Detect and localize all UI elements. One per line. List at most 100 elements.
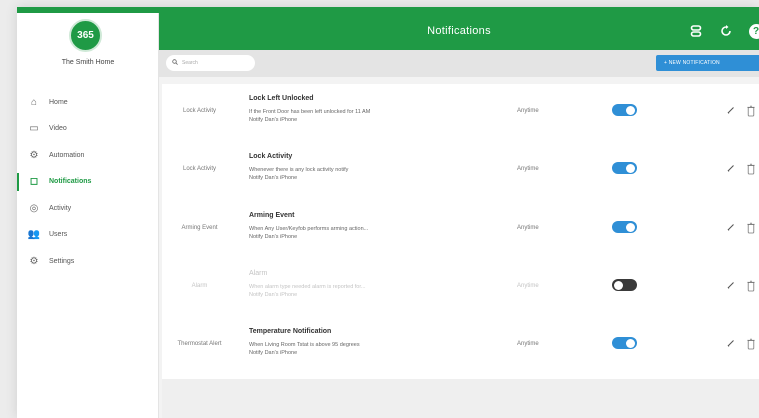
brand-logo[interactable]: 365 [69, 19, 102, 52]
trash-icon[interactable] [747, 162, 755, 175]
edit-icon[interactable] [725, 161, 737, 175]
app-window: 365 The Smith Home ⌂ Home ▭ Video ⚙ Automatio… [17, 7, 759, 418]
trash-icon[interactable] [747, 337, 755, 350]
notification-category: Arming Event [162, 201, 237, 254]
trash-icon[interactable] [747, 221, 755, 234]
notifications-icon: ◻ [29, 176, 39, 188]
notification-description: If the Front Door has been left unlocked… [249, 108, 370, 124]
notification-description: Whenever there is any lock activity noti… [249, 166, 348, 182]
edit-icon[interactable] [725, 220, 737, 234]
notification-schedule: Anytime [517, 340, 539, 347]
camera-switch-icon[interactable] [687, 22, 705, 40]
notification-description: When Living Room Tstat is above 95 degre… [249, 341, 360, 357]
notification-title: Arming Event [249, 212, 295, 219]
notification-recipient: Notify Dan's iPhone [249, 292, 298, 298]
sidebar-nav: ⌂ Home ▭ Video ⚙ Automation ◻ Notifications ◎ Act… [17, 89, 159, 275]
help-icon[interactable]: ? [747, 22, 759, 40]
notification-category: Alarm [162, 259, 237, 312]
notification-condition: When alarm type needed alarm is reported… [249, 284, 366, 290]
notification-category: Thermostat Alert [162, 317, 237, 370]
category-label: Lock Activity [182, 107, 216, 114]
sidebar-item-label: Notifications [49, 178, 92, 186]
notification-info: Lock Activity Whenever there is any lock … [249, 142, 499, 195]
notification-toggle[interactable] [612, 221, 637, 233]
toggle-knob [614, 280, 623, 290]
notification-schedule: Anytime [517, 282, 539, 289]
toggle-knob [626, 222, 635, 232]
notification-toggle[interactable] [612, 104, 637, 116]
sidebar-item-label: Activity [49, 204, 72, 212]
settings-icon: ⚙ [29, 255, 39, 267]
edit-icon[interactable] [725, 336, 737, 350]
table-footer [162, 379, 759, 418]
trash-icon[interactable] [747, 279, 755, 292]
category-label: Lock Activity [182, 165, 216, 172]
notification-schedule: Anytime [517, 107, 539, 114]
table-row[interactable]: Thermostat Alert Temperature Notification… [162, 317, 759, 370]
notification-info: Alarm When alarm type needed alarm is rep… [249, 259, 499, 312]
sidebar-item-notifications[interactable]: ◻ Notifications [17, 169, 159, 196]
toggle-knob [626, 163, 635, 173]
sidebar-item-settings[interactable]: ⚙ Settings [17, 248, 159, 275]
notification-info: Temperature Notification When Living Room… [249, 317, 499, 370]
notification-description: When alarm type needed alarm is reported… [249, 283, 365, 299]
logo-text: 365 [77, 30, 94, 41]
toggle-knob [626, 338, 635, 348]
sidebar: 365 The Smith Home ⌂ Home ▭ Video ⚙ Automatio… [17, 13, 159, 418]
header-actions: ? [687, 22, 759, 40]
automation-icon: ⚙ [29, 149, 39, 161]
search-input[interactable]: Search [166, 55, 255, 71]
search-icon [172, 59, 178, 67]
table-row[interactable]: Lock Activity Lock Activity Whenever there… [162, 142, 759, 195]
sidebar-item-video[interactable]: ▭ Video [17, 116, 159, 143]
category-label: Arming Event [181, 224, 218, 231]
notification-condition: If the Front Door has been left unlocked… [249, 109, 371, 115]
notification-info: Arming Event When Any User/Keyfob perform… [249, 201, 499, 254]
help-glyph: ? [748, 23, 759, 39]
home-name: The Smith Home [61, 59, 115, 66]
page-title: Notifications [427, 25, 491, 37]
edit-icon[interactable] [725, 103, 737, 117]
activity-icon: ◎ [29, 202, 39, 214]
notification-info: Lock Left Unlocked If the Front Door has … [249, 84, 499, 137]
sidebar-item-label: Settings [49, 257, 75, 265]
notification-title: Lock Left Unlocked [249, 95, 314, 102]
notification-schedule: Anytime [517, 165, 539, 172]
users-icon: 👥 [27, 229, 41, 241]
notification-description: When Any User/Keyfob performs arming act… [249, 225, 368, 241]
notification-recipient: Notify Dan's iPhone [249, 175, 298, 181]
sidebar-item-activity[interactable]: ◎ Activity [17, 195, 159, 222]
sidebar-item-automation[interactable]: ⚙ Automation [17, 142, 159, 169]
notification-toggle[interactable] [612, 279, 637, 291]
home-icon: ⌂ [30, 96, 38, 108]
search-placeholder: Search [182, 60, 198, 66]
notification-title: Temperature Notification [249, 328, 332, 335]
toolbar: Search + NEW NOTIFICATION [159, 50, 759, 77]
table-row[interactable]: Lock Activity Lock Left Unlocked If the Fr… [162, 84, 759, 137]
edit-icon[interactable] [725, 278, 737, 292]
notification-condition: When Living Room Tstat is above 95 degre… [249, 342, 360, 348]
toggle-knob [626, 105, 635, 115]
notification-category: Lock Activity [162, 142, 237, 195]
table-row[interactable]: Alarm Alarm When alarm type needed alarm i… [162, 259, 759, 312]
notification-title: Alarm [249, 270, 268, 277]
sidebar-item-label: Users [49, 231, 68, 239]
sidebar-item-users[interactable]: 👥 Users [17, 222, 159, 249]
notification-schedule: Anytime [517, 224, 539, 231]
category-label: Thermostat Alert [177, 340, 222, 347]
notifications-table: Lock Activity Lock Left Unlocked If the Fr… [162, 84, 759, 379]
notification-recipient: Notify Dan's iPhone [249, 234, 298, 240]
table-row[interactable]: Arming Event Arming Event When Any User/Ke… [162, 201, 759, 254]
notification-recipient: Notify Dan's iPhone [249, 350, 298, 356]
notification-toggle[interactable] [612, 162, 637, 174]
notification-title: Lock Activity [249, 153, 293, 160]
notification-condition: Whenever there is any lock activity noti… [249, 167, 349, 173]
notification-toggle[interactable] [612, 337, 637, 349]
new-notification-button[interactable]: + NEW NOTIFICATION [656, 55, 759, 71]
notification-condition: When Any User/Keyfob performs arming act… [249, 226, 369, 232]
sidebar-item-home[interactable]: ⌂ Home [17, 89, 159, 116]
header-bar: Notifications ? [159, 13, 759, 50]
video-icon: ▭ [29, 123, 39, 135]
trash-icon[interactable] [747, 104, 755, 117]
refresh-icon[interactable] [717, 22, 735, 40]
